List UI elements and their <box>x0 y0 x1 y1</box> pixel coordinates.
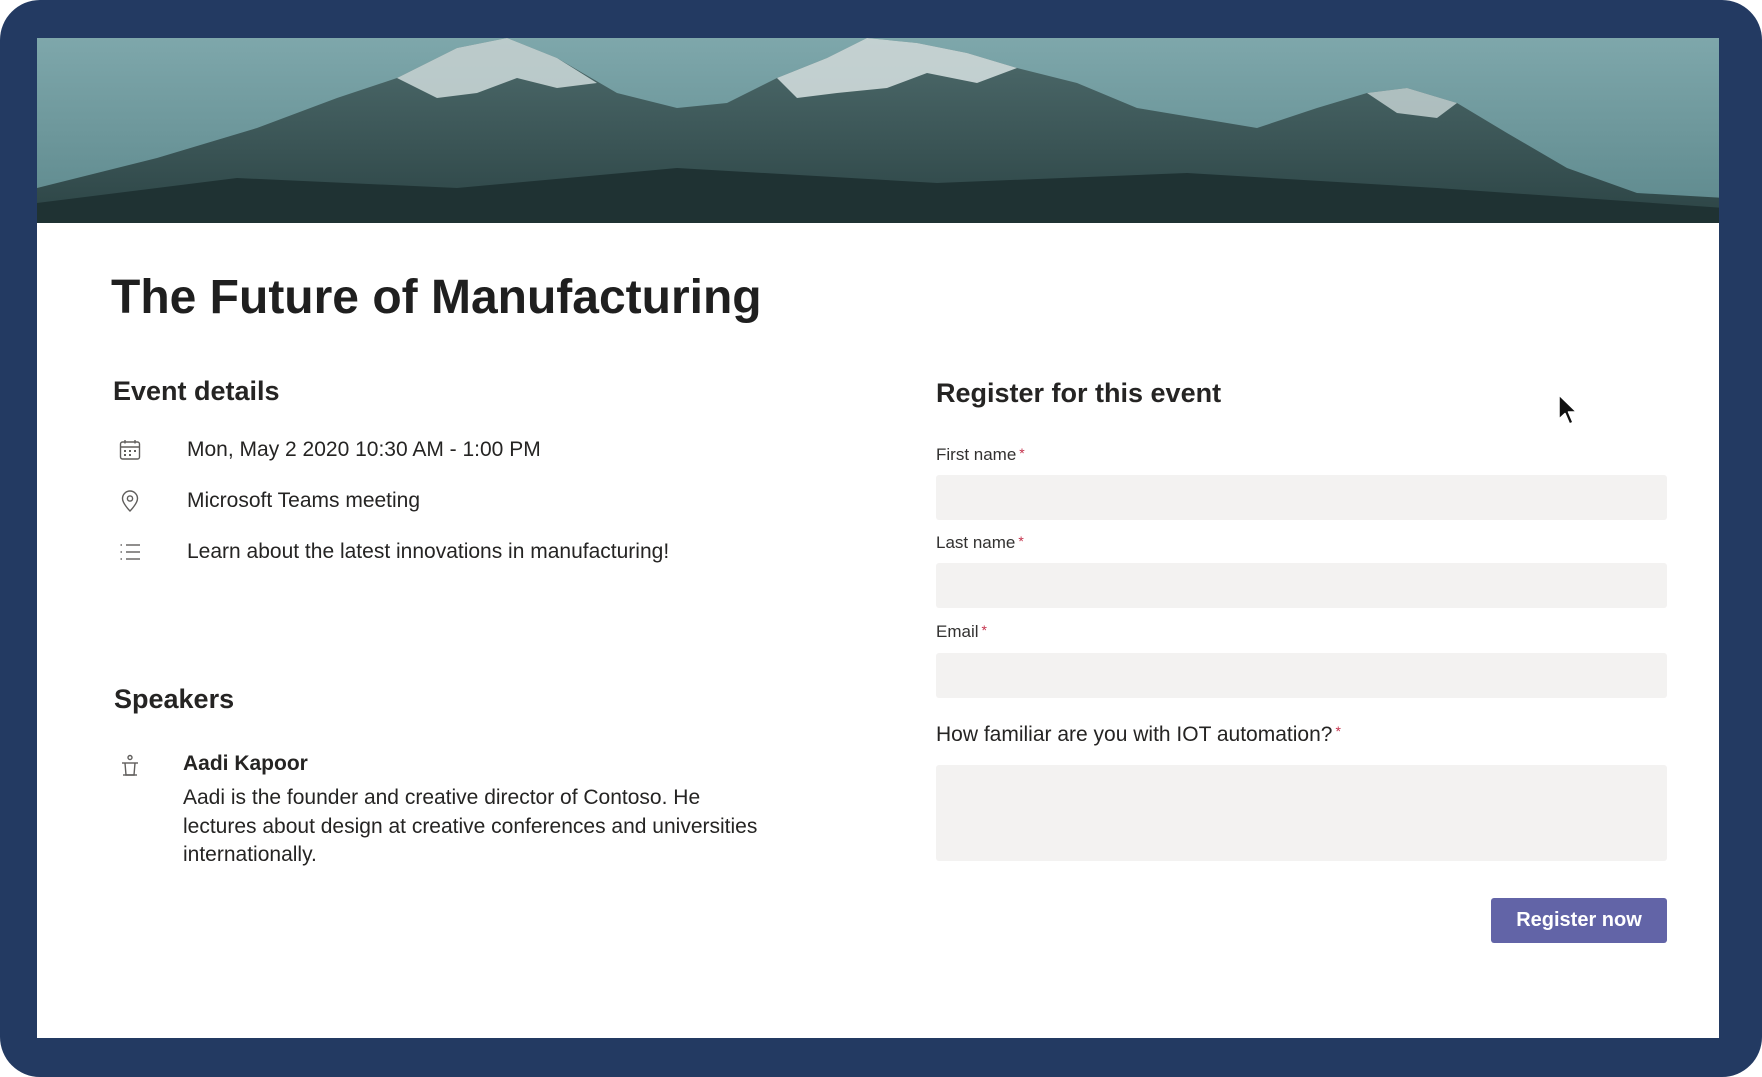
iot-familiarity-textarea[interactable] <box>936 765 1667 861</box>
speaker-bio: Aadi is the founder and creative directo… <box>183 786 758 866</box>
event-title: The Future of Manufacturing <box>111 271 762 324</box>
required-marker: * <box>981 622 987 638</box>
register-now-button[interactable]: Register now <box>1491 898 1667 943</box>
event-location-row: Microsoft Teams meeting <box>117 485 420 517</box>
required-marker: * <box>1019 445 1025 461</box>
event-description-text: Learn about the latest innovations in ma… <box>187 540 670 563</box>
first-name-input[interactable] <box>936 475 1667 520</box>
event-date-text: Mon, May 2 2020 10:30 AM - 1:00 PM <box>187 438 541 461</box>
calendar-icon <box>117 437 143 463</box>
email-input[interactable] <box>936 653 1667 698</box>
list-icon <box>117 539 143 565</box>
email-label: Email * <box>936 622 987 641</box>
required-marker: * <box>1018 533 1024 549</box>
register-heading: Register for this event <box>936 378 1222 408</box>
iot-familiarity-label: How familiar are you with IOT automation… <box>936 723 1341 746</box>
event-registration-page: The Future of Manufacturing Event detail… <box>37 38 1719 1038</box>
last-name-input[interactable] <box>936 563 1667 608</box>
location-pin-icon <box>117 488 143 514</box>
podium-icon <box>117 753 143 779</box>
speaker-name: Aadi Kapoor <box>183 752 308 775</box>
last-name-label: Last name * <box>936 533 1024 552</box>
mountain-banner-image <box>37 38 1719 223</box>
event-date-row: Mon, May 2 2020 10:30 AM - 1:00 PM <box>117 434 541 466</box>
mouse-pointer-icon <box>1558 394 1580 431</box>
event-description-row: Learn about the latest innovations in ma… <box>117 536 669 568</box>
device-frame: The Future of Manufacturing Event detail… <box>0 0 1762 1077</box>
required-marker: * <box>1335 723 1341 739</box>
speaker-row <box>117 750 143 782</box>
event-location-text: Microsoft Teams meeting <box>187 489 421 512</box>
speakers-heading: Speakers <box>114 684 235 714</box>
event-details-heading: Event details <box>113 376 280 406</box>
first-name-label: First name * <box>936 445 1025 464</box>
